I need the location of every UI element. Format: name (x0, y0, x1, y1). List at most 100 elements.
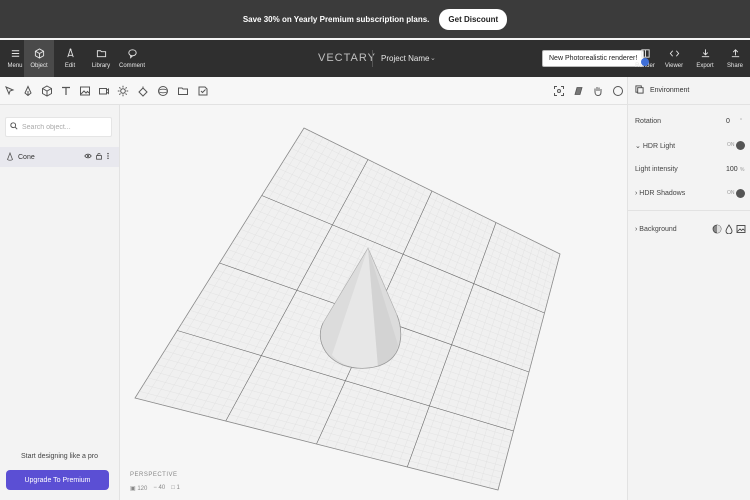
library-tab[interactable]: Library (86, 40, 116, 77)
edge-icon: − (153, 485, 157, 491)
environment-header: Environment (628, 77, 750, 105)
cone-icon (6, 151, 14, 163)
chevron-down-icon[interactable]: ⌄ (430, 54, 436, 62)
object-name: Cone (18, 153, 35, 161)
image-tool-icon[interactable] (79, 85, 91, 97)
object-tab[interactable]: Object (24, 40, 54, 77)
background-image-icon[interactable] (736, 224, 746, 236)
menu-icon (11, 50, 19, 57)
search-icon (10, 122, 18, 132)
camera-tool-icon[interactable] (98, 85, 110, 97)
light-intensity-unit: % (740, 167, 745, 173)
download-icon (701, 49, 709, 58)
export-button[interactable]: Export (690, 40, 720, 77)
vertex-icon: ▣ (130, 486, 136, 492)
face-icon: □ (171, 485, 175, 491)
hdr-shadows-label: HDR Shadows (639, 190, 686, 197)
light-intensity-label: Light intensity (635, 166, 678, 173)
rotation-degree-icon: ° (740, 118, 742, 124)
tool-row (0, 77, 627, 105)
background-color-icon[interactable] (712, 224, 722, 236)
plane-tool-icon[interactable] (572, 85, 584, 97)
comment-tab[interactable]: Comment (117, 40, 147, 77)
hdr-light-label: HDR Light (642, 143, 676, 150)
hdr-shadows-row[interactable]: › HDR Shadows (635, 190, 685, 197)
pen-tool-icon[interactable] (22, 85, 34, 97)
grid-canvas (134, 127, 561, 491)
folder-icon (96, 50, 106, 58)
note-tool-icon[interactable] (197, 85, 209, 97)
share-button[interactable]: Share (720, 40, 750, 77)
folder-tool-icon[interactable] (177, 85, 189, 97)
search-input[interactable] (22, 123, 108, 131)
select-arrow-icon[interactable] (4, 85, 16, 97)
rotation-input[interactable]: 0 (726, 118, 730, 125)
orbit-tool-icon[interactable] (612, 85, 624, 97)
viewer-button[interactable]: Viewer (659, 40, 689, 77)
code-icon (669, 50, 679, 57)
object-list-item[interactable]: Cone (0, 147, 119, 167)
hdr-shadows-state: ON (727, 190, 735, 196)
topbar-divider (372, 50, 373, 67)
eye-icon[interactable] (84, 152, 92, 160)
upload-icon (731, 49, 739, 58)
hdr-shadows-toggle[interactable]: ON (727, 189, 745, 199)
face-count: □ 1 (171, 485, 180, 492)
hdr-light-row[interactable]: ⌄ HDR Light (635, 142, 675, 150)
chevron-right-icon: › (635, 226, 638, 233)
edge-count-value: 40 (158, 485, 166, 491)
environment-title: Environment (650, 87, 690, 94)
viewer-label: Viewer (664, 63, 684, 69)
section-divider (628, 210, 750, 211)
chevron-right-icon: › (635, 190, 638, 197)
add-object-icon[interactable] (41, 85, 53, 97)
promo-banner: Save 30% on Yearly Premium subscription … (0, 0, 750, 38)
promo-text: Save 30% on Yearly Premium subscription … (242, 14, 430, 24)
search-box[interactable] (5, 117, 112, 137)
premium-promo-text: Start designing like a pro (20, 453, 99, 460)
material-tool-icon[interactable] (137, 85, 149, 97)
3d-viewport[interactable]: PERSPECTIVE ▣ 120 − 40 □ 1 (120, 105, 627, 500)
left-panel: Cone Start designing like a pro Upgrade … (0, 105, 120, 500)
object-label: Object (30, 63, 48, 69)
edit-label: Edit (64, 63, 76, 69)
hdr-light-toggle[interactable]: ON (727, 141, 745, 151)
project-name[interactable]: Project Name (381, 54, 429, 63)
vectary-logo: VECTARY (318, 52, 376, 64)
light-intensity-input[interactable]: 100 (726, 166, 738, 173)
comment-icon (127, 49, 137, 59)
upgrade-premium-button[interactable]: Upgrade To Premium (6, 470, 109, 490)
library-label: Library (91, 63, 111, 69)
environment-icon (635, 85, 644, 96)
export-label: Export (696, 63, 714, 69)
camera-mode-label: PERSPECTIVE (130, 472, 178, 478)
get-discount-button[interactable]: Get Discount (439, 8, 508, 30)
text-tool-icon[interactable] (60, 85, 72, 97)
background-gradient-icon[interactable] (725, 224, 733, 236)
lock-icon[interactable] (95, 152, 103, 160)
chevron-down-icon: ⌄ (635, 143, 641, 150)
vertex-count: ▣ 120 (130, 485, 147, 492)
edge-count: − 40 (153, 485, 165, 492)
renderer-tooltip: New Photorealistic renderer! (542, 50, 645, 67)
cube-icon (34, 48, 44, 59)
comment-label: Comment (118, 63, 145, 69)
top-bar: Menu Object Edit Library Comment VECTARY… (0, 40, 750, 77)
edit-icon (66, 48, 74, 58)
share-label: Share (726, 63, 743, 69)
menu-label: Menu (7, 63, 23, 69)
render-notification-dot (641, 58, 649, 66)
sphere-tool-icon[interactable] (157, 85, 169, 97)
more-options-icon[interactable] (106, 152, 114, 160)
background-label: Background (639, 226, 677, 233)
scene-stats: ▣ 120 − 40 □ 1 (130, 485, 180, 492)
rotation-label: Rotation (635, 118, 662, 125)
background-row[interactable]: › Background (635, 226, 677, 233)
focus-tool-icon[interactable] (553, 85, 565, 97)
face-count-value: 1 (176, 485, 180, 491)
hdr-light-state: ON (727, 142, 735, 148)
vertex-count-value: 120 (137, 486, 148, 492)
edit-tab[interactable]: Edit (55, 40, 85, 77)
hand-tool-icon[interactable] (592, 85, 604, 97)
light-tool-icon[interactable] (117, 85, 129, 97)
